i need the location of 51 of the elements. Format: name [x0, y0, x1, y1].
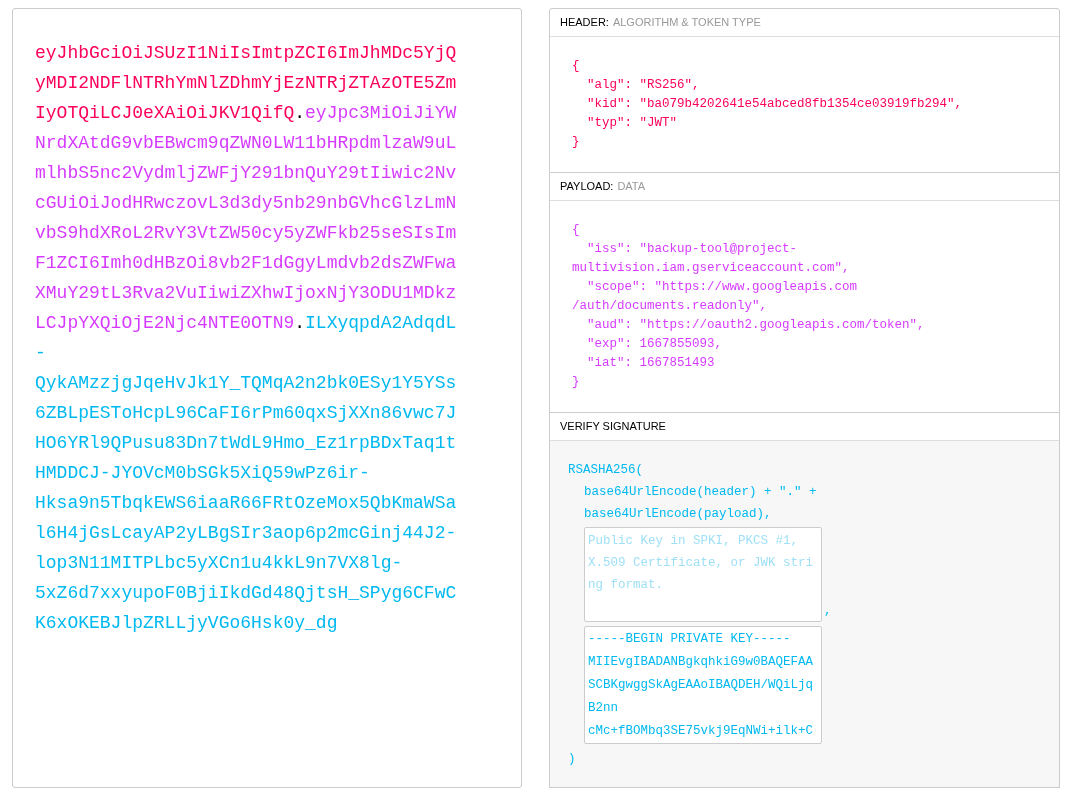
separator-dot: .: [294, 102, 306, 125]
section-subtitle: ALGORITHM & TOKEN TYPE: [612, 15, 761, 31]
signature-text: Hksa9n5TbqkEWS6iaaR66FRtOzeMox5QbKmaWSa: [35, 492, 457, 515]
code-line: {: [572, 222, 580, 239]
signature-text: -: [35, 342, 46, 365]
payload-text: vbS9hdXRoL2RvY3VtZW50cy5yZWFkb25seSIsIm: [35, 222, 457, 245]
code-line: RSASHA256(: [568, 462, 643, 479]
code-line: ): [568, 751, 576, 768]
separator-dot: .: [294, 312, 306, 335]
code-line: "alg": "RS256",: [586, 77, 700, 94]
payload-text: mlhbS5nc2VydmljZWFjY291bnQuY29tIiwic2Nv: [35, 162, 457, 185]
code-line: }: [572, 374, 580, 391]
code-line: {: [572, 58, 580, 75]
signature-text: l6H4jGsLcayAP2yLBgSIr3aop6p2mcGinj44J2-: [35, 522, 457, 545]
code-line: base64UrlEncode(header) + "." +: [584, 484, 817, 501]
payload-text: cGUiOiJodHRwczovL3d3dy5nb29nbGVhcGlzLmN: [35, 192, 457, 215]
signature-text: K6xOKEBJlpZRLLjyVGo6Hsk0y_dg: [35, 612, 338, 635]
payload-text: LCJpYXQiOjE2Njc4NTE0OTN9: [35, 312, 295, 335]
public-key-field[interactable]: Public Key in SPKI, PKCS #1, X.509 Certificate, or JWK string format.: [584, 527, 822, 622]
section-title: VERIFY SIGNATURE: [560, 419, 666, 435]
signature-text: lop3N11MITPLbc5yXCn1u4kkL9n7VX8lg-: [35, 552, 403, 575]
header-text: IyOTQiLCJ0eXAiOiJKV1QifQ: [35, 102, 295, 125]
code-line: "exp": 1667855093,: [586, 336, 723, 353]
code-line: "iss": "backup-tool@project-: [586, 241, 798, 258]
header-text: eyJhbGciOiJSUzI1NiIsImtpZCI6ImJhMDc5YjQ: [35, 42, 457, 65]
signature-text: ILXyqpdA2AdqdL: [305, 312, 457, 335]
code-line: "kid": "ba079b4202641e54abced8fb1354ce03919fb294",: [586, 96, 963, 113]
signature-text: QykAMzzjgJqeHvJk1Y_TQMqA2n2bk0ESy1Y5YSs: [35, 372, 457, 395]
signature-text: HO6YRl9QPusu83Dn7tWdL9Hmo_Ez1rpBDxTaq1t: [35, 432, 457, 455]
section-subtitle: DATA: [617, 179, 646, 195]
payload-text: XMuY29tL3Rva2VuIiwiZXhwIjoxNjY3ODU1MDkz: [35, 282, 457, 305]
header-text: yMDI2NDFlNTRhYmNlZDhmYjEzNTRjZTAzOTE5Zm: [35, 72, 457, 95]
section-title: PAYLOAD:: [560, 179, 614, 195]
code-line: "aud": "https://oauth2.googleapis.com/token",: [586, 317, 925, 334]
payload-text: F1ZCI6Imh0dHBzOi8vb2F1dGgyLmdvb2dsZWFwa: [35, 252, 457, 275]
code-line: }: [572, 134, 580, 151]
code-line: base64UrlEncode(payload),: [584, 506, 772, 523]
code-line: ,: [824, 603, 832, 620]
payload-text: eyJpc3MiOiJiYW: [305, 102, 457, 125]
code-line: /auth/documents.readonly",: [572, 298, 768, 315]
code-line: "iat": 1667851493: [586, 355, 715, 372]
signature-text: 5xZ6d7xxyupoF0BjiIkdGd48QjtsH_SPyg6CFwC: [35, 582, 457, 605]
signature-text: HMDDCJ-JYOVcM0bSGk5XiQ59wPz6ir-: [35, 462, 370, 485]
payload-text: NrdXAtdG9vbEBwcm9qZWN0LW11bHRpdmlzaW9uL: [35, 132, 457, 155]
encoded-token-panel[interactable]: [12, 8, 522, 788]
section-title: HEADER:: [560, 15, 609, 31]
code-line: multivision.iam.gserviceaccount.com",: [572, 260, 850, 277]
code-line: "typ": "JWT": [586, 115, 678, 132]
private-key-field[interactable]: -----BEGIN PRIVATE KEY----- MIIEvgIBADANBgkqhkiG9w0BAQEFAA SCBKgwggSkAgEAAoIBAQDEH/WQiLjq B2nn cMc+fBOMbq3SE75vkj9EqNWi+ilk+C: [584, 626, 822, 744]
signature-text: 6ZBLpESToHcpL96CaFI6rPm60qxSjXXn86vwc7J: [35, 402, 457, 425]
code-line: "scope": "https://www.googleapis.com: [586, 279, 858, 296]
